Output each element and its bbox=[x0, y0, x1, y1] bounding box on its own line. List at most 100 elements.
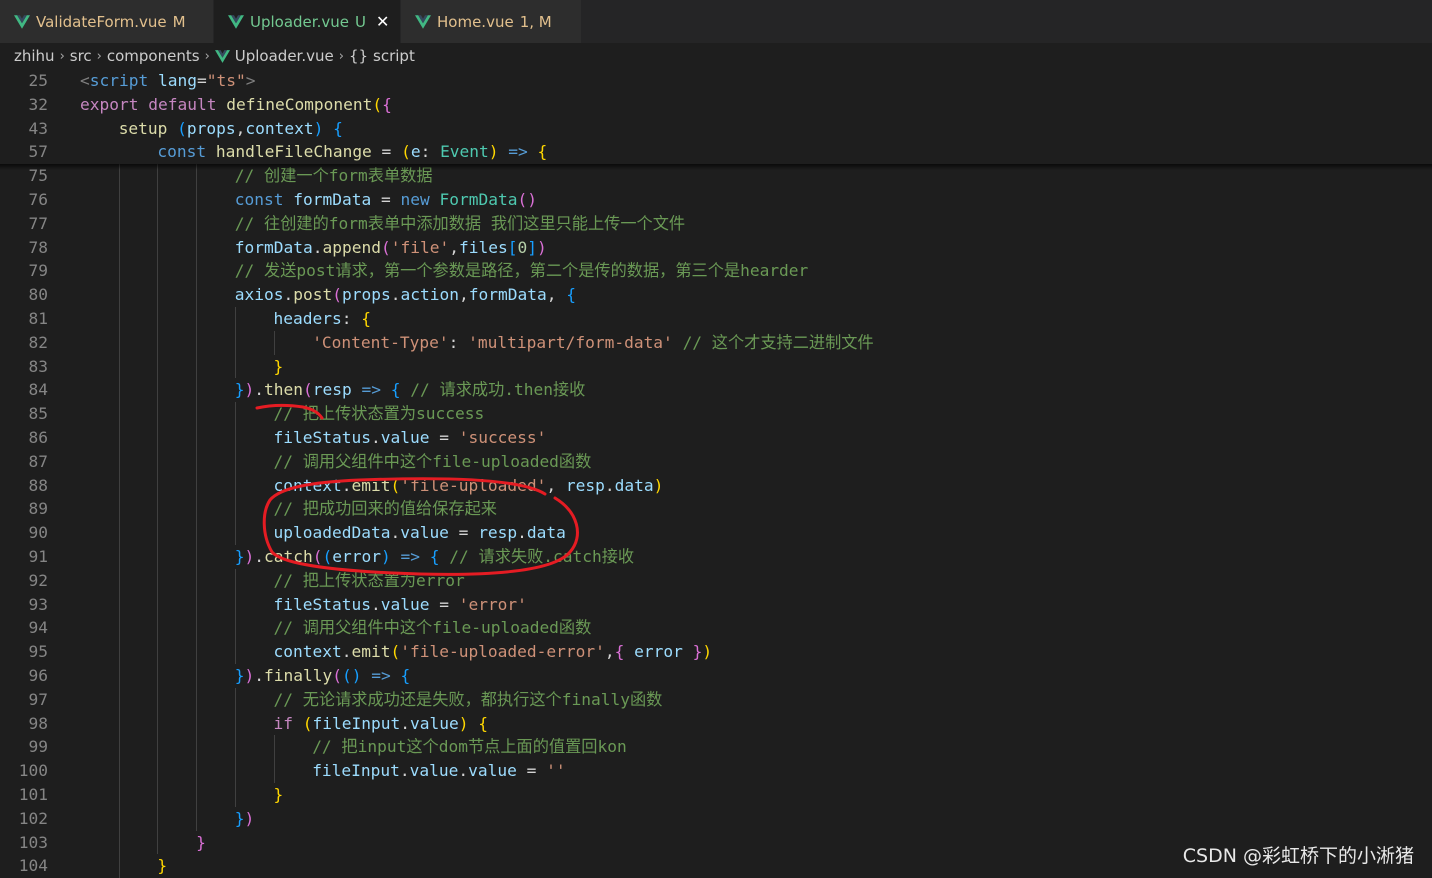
code-line[interactable]: 93 fileStatus.value = 'error' bbox=[0, 593, 1432, 617]
code-token: // 调用父组件中这个file-uploaded函数 bbox=[273, 618, 592, 638]
breadcrumb-item[interactable]: zhihu bbox=[14, 47, 55, 65]
code-line[interactable]: 77 // 往创建的form表单中添加数据 我们这里只能上传一个文件 bbox=[0, 212, 1432, 236]
code-line[interactable]: 84}).then(resp => { // 请求成功.then接收 bbox=[0, 378, 1432, 402]
code-text: } bbox=[157, 854, 167, 878]
sticky-scroll-line[interactable]: 57 const handleFileChange = (e: Event) =>… bbox=[0, 140, 1432, 165]
code-token: = bbox=[516, 761, 547, 781]
code-line[interactable]: 87 // 调用父组件中这个file-uploaded函数 bbox=[0, 450, 1432, 474]
code-text: }) bbox=[235, 807, 255, 831]
code-token: ] bbox=[527, 237, 537, 257]
code-token: emit bbox=[351, 475, 391, 495]
code-token: } bbox=[273, 785, 284, 804]
code-token: then bbox=[264, 380, 304, 400]
code-line[interactable]: 94 // 调用父组件中这个file-uploaded函数 bbox=[0, 616, 1432, 640]
code-line[interactable]: 99 // 把input这个dom节点上面的值置回kon bbox=[0, 735, 1432, 759]
code-token: } bbox=[234, 808, 245, 828]
breadcrumb-item[interactable]: src bbox=[70, 47, 92, 65]
chevron-right-icon: › bbox=[59, 48, 65, 64]
code-line[interactable]: 90 uploadedData.value = resp.data bbox=[0, 521, 1432, 545]
line-number: 101 bbox=[18, 785, 48, 804]
breadcrumb-item[interactable]: Uploader.vue bbox=[235, 47, 334, 65]
code-line[interactable]: 100 fileInput.value.value = '' bbox=[0, 759, 1432, 783]
code-line[interactable]: 96}).finally(() => { bbox=[0, 664, 1432, 688]
sticky-scroll-line[interactable]: 32 export default defineComponent({ bbox=[0, 92, 1432, 117]
code-line[interactable]: 81 headers: { bbox=[0, 307, 1432, 331]
code-line[interactable]: 83} bbox=[0, 355, 1432, 379]
code-line[interactable]: 92 // 把上传状态置为error bbox=[0, 569, 1432, 593]
code-text: formData.append('file',files[0]) bbox=[235, 236, 547, 260]
code-token: . bbox=[458, 761, 469, 781]
code-text: // 无论请求成功还是失败，都执行这个finally函数 bbox=[274, 688, 663, 712]
code-line[interactable]: 88 context.emit('file-uploaded', resp.dat… bbox=[0, 474, 1432, 498]
code-token: e bbox=[410, 142, 421, 162]
line-number: 78 bbox=[28, 237, 49, 257]
code-line[interactable]: 89 // 把成功回来的值给保存起来 bbox=[0, 497, 1432, 521]
code-text: axios.post(props.action,formData, { bbox=[235, 283, 576, 307]
code-token: { bbox=[333, 118, 343, 138]
code-token: } bbox=[692, 642, 703, 662]
line-number: 25 bbox=[28, 71, 49, 90]
code-token: data bbox=[526, 523, 566, 543]
code-line[interactable]: 85 // 把上传状态置为success bbox=[0, 402, 1432, 426]
code-token: fileInput bbox=[312, 713, 401, 733]
sticky-scroll-line[interactable]: 43 setup (props,context) { bbox=[0, 116, 1432, 141]
tab-home-vue[interactable]: Home.vue 1, M bbox=[401, 0, 582, 43]
code-token: 'file' bbox=[390, 237, 450, 257]
code-line[interactable]: 98 if (fileInput.value) { bbox=[0, 712, 1432, 736]
code-line[interactable]: 102}) bbox=[0, 807, 1432, 831]
code-text: fileStatus.value = 'error' bbox=[274, 593, 527, 617]
code-token: files bbox=[458, 237, 508, 257]
code-line[interactable]: 86 fileStatus.value = 'success' bbox=[0, 426, 1432, 450]
line-number: 94 bbox=[28, 618, 49, 638]
code-token: default bbox=[148, 94, 217, 114]
code-line[interactable]: 80 axios.post(props.action,formData, { bbox=[0, 283, 1432, 307]
breadcrumb-item[interactable]: script bbox=[373, 47, 415, 65]
breadcrumb-item[interactable]: components bbox=[107, 47, 200, 65]
sticky-scroll-line[interactable]: 25 <script lang="ts"> bbox=[0, 69, 1432, 93]
code-token: . bbox=[399, 761, 410, 781]
code-line[interactable]: 97 // 无论请求成功还是失败，都执行这个finally函数 bbox=[0, 688, 1432, 712]
sticky-scroll-shadow bbox=[0, 164, 1432, 171]
braces-icon: {} bbox=[348, 47, 369, 65]
editor-tab-bar: ValidateForm.vue M Uploader.vue U ✕ Home.vue 1… bbox=[0, 0, 1432, 43]
code-line[interactable]: 101} bbox=[0, 783, 1432, 807]
code-token: lang bbox=[157, 71, 197, 90]
code-line[interactable]: 76 const formData = new FormData() bbox=[0, 188, 1432, 212]
tab-validateform-vue[interactable]: ValidateForm.vue M bbox=[0, 0, 214, 43]
code-text: } bbox=[196, 831, 206, 855]
code-text: } bbox=[274, 783, 284, 807]
code-text: setup (props,context) { bbox=[119, 117, 343, 141]
tab-label: Home.vue bbox=[437, 12, 514, 31]
code-text: // 把上传状态置为error bbox=[274, 569, 465, 593]
code-token: : bbox=[420, 142, 441, 162]
line-number: 43 bbox=[28, 118, 49, 138]
code-token: value bbox=[400, 523, 449, 543]
close-icon[interactable]: ✕ bbox=[376, 12, 389, 31]
code-token: export bbox=[80, 94, 139, 114]
code-token: emit bbox=[351, 642, 391, 662]
code-text: const handleFileChange = (e: Event) => { bbox=[157, 140, 547, 164]
code-token: { bbox=[478, 713, 488, 733]
code-token: const bbox=[234, 190, 284, 209]
code-line[interactable]: 82 'Content-Type': 'multipart/form-data' … bbox=[0, 331, 1432, 355]
code-line[interactable]: 78 formData.append('file',files[0]) bbox=[0, 236, 1432, 260]
tab-uploader-vue[interactable]: Uploader.vue U ✕ bbox=[214, 0, 401, 43]
code-line[interactable]: 79 // 发送post请求，第一个参数是路径，第二个是传的数据，第三个是hear… bbox=[0, 259, 1432, 283]
code-token: [ bbox=[507, 237, 518, 257]
code-text: if (fileInput.value) { bbox=[274, 712, 488, 736]
code-token: catch bbox=[264, 547, 313, 566]
code-line[interactable]: 95 context.emit('file-uploaded-error',{ e… bbox=[0, 640, 1432, 664]
code-token: { bbox=[390, 380, 401, 400]
code-token: formData bbox=[234, 237, 313, 257]
code-line[interactable]: 91}).catch((error) => { // 请求失败.catch接收 bbox=[0, 545, 1432, 569]
chevron-right-icon: › bbox=[338, 48, 344, 64]
line-number: 90 bbox=[28, 523, 49, 543]
